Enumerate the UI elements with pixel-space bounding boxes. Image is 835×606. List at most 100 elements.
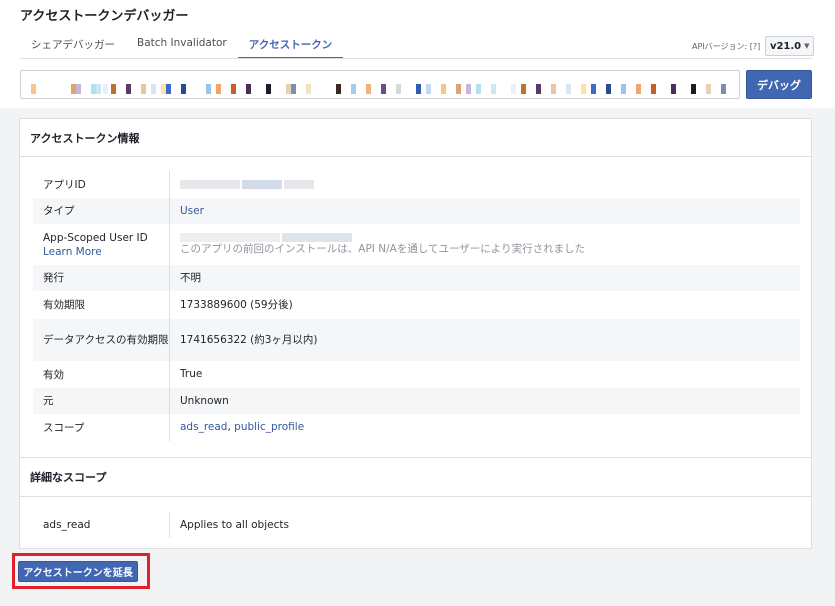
redacted-token-value — [31, 84, 726, 94]
extend-access-token-button[interactable]: アクセストークンを延長 — [18, 561, 138, 582]
redaction-block — [651, 84, 656, 94]
row-key: App-Scoped User ID Learn More — [33, 224, 170, 265]
table-row-issued: 発行 不明 — [33, 265, 800, 291]
section-divider — [20, 496, 811, 497]
redaction-block — [91, 84, 96, 94]
redaction-block — [166, 84, 171, 94]
redaction-block — [381, 84, 386, 94]
redaction-block — [606, 84, 611, 94]
redaction-block — [671, 84, 676, 94]
redaction-block — [126, 84, 131, 94]
row-key: 発行 — [33, 265, 170, 291]
row-value: User — [180, 198, 800, 224]
scope-link-public-profile[interactable]: public_profile — [234, 421, 304, 433]
table-row-expires: 有効期限 1733889600 (59分後) — [33, 291, 800, 319]
row-value — [180, 171, 800, 198]
redaction-block — [581, 84, 586, 94]
learn-more-link[interactable]: Learn More — [43, 245, 169, 259]
scope-link-ads-read[interactable]: ads_read — [180, 421, 227, 433]
redaction-block — [551, 84, 556, 94]
row-key: タイプ — [33, 198, 170, 224]
table-row-type: タイプ User — [33, 198, 800, 224]
redaction-block — [721, 84, 726, 94]
redaction-block — [521, 84, 526, 94]
table-row-app-scoped-user-id: App-Scoped User ID Learn More このアプリの前回のイ… — [33, 224, 800, 265]
redacted-user-id — [180, 232, 800, 242]
redaction-block — [111, 84, 116, 94]
section-divider — [20, 457, 811, 458]
redaction-block — [266, 84, 271, 94]
redaction-block — [206, 84, 211, 94]
row-value: 1733889600 (59分後) — [180, 298, 293, 311]
redaction-block — [566, 84, 571, 94]
redaction-block — [351, 84, 356, 94]
redaction-block — [476, 84, 481, 94]
redaction-block — [706, 84, 711, 94]
redaction-block — [366, 84, 371, 94]
redaction-block — [306, 84, 311, 94]
tab-access-token[interactable]: アクセストークン — [237, 31, 344, 59]
row-key: 有効 — [33, 361, 170, 388]
redaction-block — [291, 84, 296, 94]
api-version-label: APIバージョン: [?] — [692, 41, 761, 51]
redaction-block — [591, 84, 596, 94]
detailed-scope-row: ads_read Applies to all objects — [33, 512, 800, 538]
redaction-block — [216, 84, 221, 94]
redaction-block — [96, 84, 101, 94]
table-row-data-access-expires: データアクセスの有効期限 1741656322 (約3ヶ月以内) — [33, 319, 800, 361]
app-scoped-user-id-label: App-Scoped User ID — [43, 231, 148, 244]
redaction-block — [536, 84, 541, 94]
table-row-scopes: スコープ ads_read, public_profile — [33, 414, 800, 441]
api-version-value: v21.0 — [769, 40, 802, 52]
section-divider — [20, 156, 811, 157]
redaction-block — [246, 84, 251, 94]
token-info-table: アプリID タイプ User App-Scoped User ID Learn … — [33, 171, 800, 441]
tabs-divider — [20, 58, 812, 59]
row-value: このアプリの前回のインストールは、API N/Aを通してユーザーにより実行されま… — [180, 224, 800, 265]
row-key: 元 — [33, 388, 170, 414]
redaction-block — [151, 84, 156, 94]
row-value: 不明 — [180, 271, 201, 284]
detailed-scopes-title: 詳細なスコープ — [30, 471, 107, 484]
header-area: アクセストークンデバッガー シェアデバッガー Batch Invalidator… — [0, 0, 835, 108]
api-version-control: APIバージョン: [?] v21.0 ▼ — [692, 36, 815, 56]
row-key: スコープ — [33, 414, 170, 441]
table-row-valid: 有効 True — [33, 361, 800, 388]
redaction-block — [31, 84, 36, 94]
table-row-app-id: アプリID — [33, 171, 800, 198]
row-key: 有効期限 — [33, 291, 170, 319]
detailed-scope-key: ads_read — [33, 512, 170, 538]
row-key: データアクセスの有効期限 — [33, 319, 170, 361]
row-value: ads_read, public_profile — [180, 414, 800, 441]
page-title: アクセストークンデバッガー — [20, 9, 189, 24]
redaction-block — [231, 84, 236, 94]
redaction-block — [441, 84, 446, 94]
access-token-input[interactable] — [20, 70, 740, 99]
redaction-block — [416, 84, 421, 94]
redaction-block — [466, 84, 471, 94]
redaction-block — [396, 84, 401, 94]
redaction-block — [691, 84, 696, 94]
api-version-select[interactable]: v21.0 ▼ — [765, 36, 815, 56]
type-value: User — [180, 204, 204, 217]
token-info-title: アクセストークン情報 — [30, 132, 140, 145]
redaction-block — [621, 84, 626, 94]
redaction-block — [141, 84, 146, 94]
redaction-block — [161, 84, 166, 94]
debug-button[interactable]: デバッグ — [746, 70, 812, 99]
redaction-block — [286, 84, 291, 94]
redaction-block — [71, 84, 76, 94]
redaction-block — [76, 84, 81, 94]
redaction-block — [181, 84, 186, 94]
redaction-block — [636, 84, 641, 94]
redaction-block — [456, 84, 461, 94]
tab-batch-invalidator[interactable]: Batch Invalidator — [126, 31, 238, 59]
table-row-origin: 元 Unknown — [33, 388, 800, 414]
token-info-panel: アクセストークン情報 アプリID タイプ User App-Scoped Use… — [19, 118, 812, 549]
detailed-scope-value: Applies to all objects — [180, 519, 289, 531]
redaction-block — [426, 84, 431, 94]
row-value: 1741656322 (約3ヶ月以内) — [180, 333, 318, 346]
install-note: このアプリの前回のインストールは、API N/Aを通してユーザーにより実行されま… — [180, 242, 586, 255]
tab-share-debugger[interactable]: シェアデバッガー — [20, 31, 126, 59]
tab-bar: シェアデバッガー Batch Invalidator アクセストークン — [20, 31, 344, 59]
